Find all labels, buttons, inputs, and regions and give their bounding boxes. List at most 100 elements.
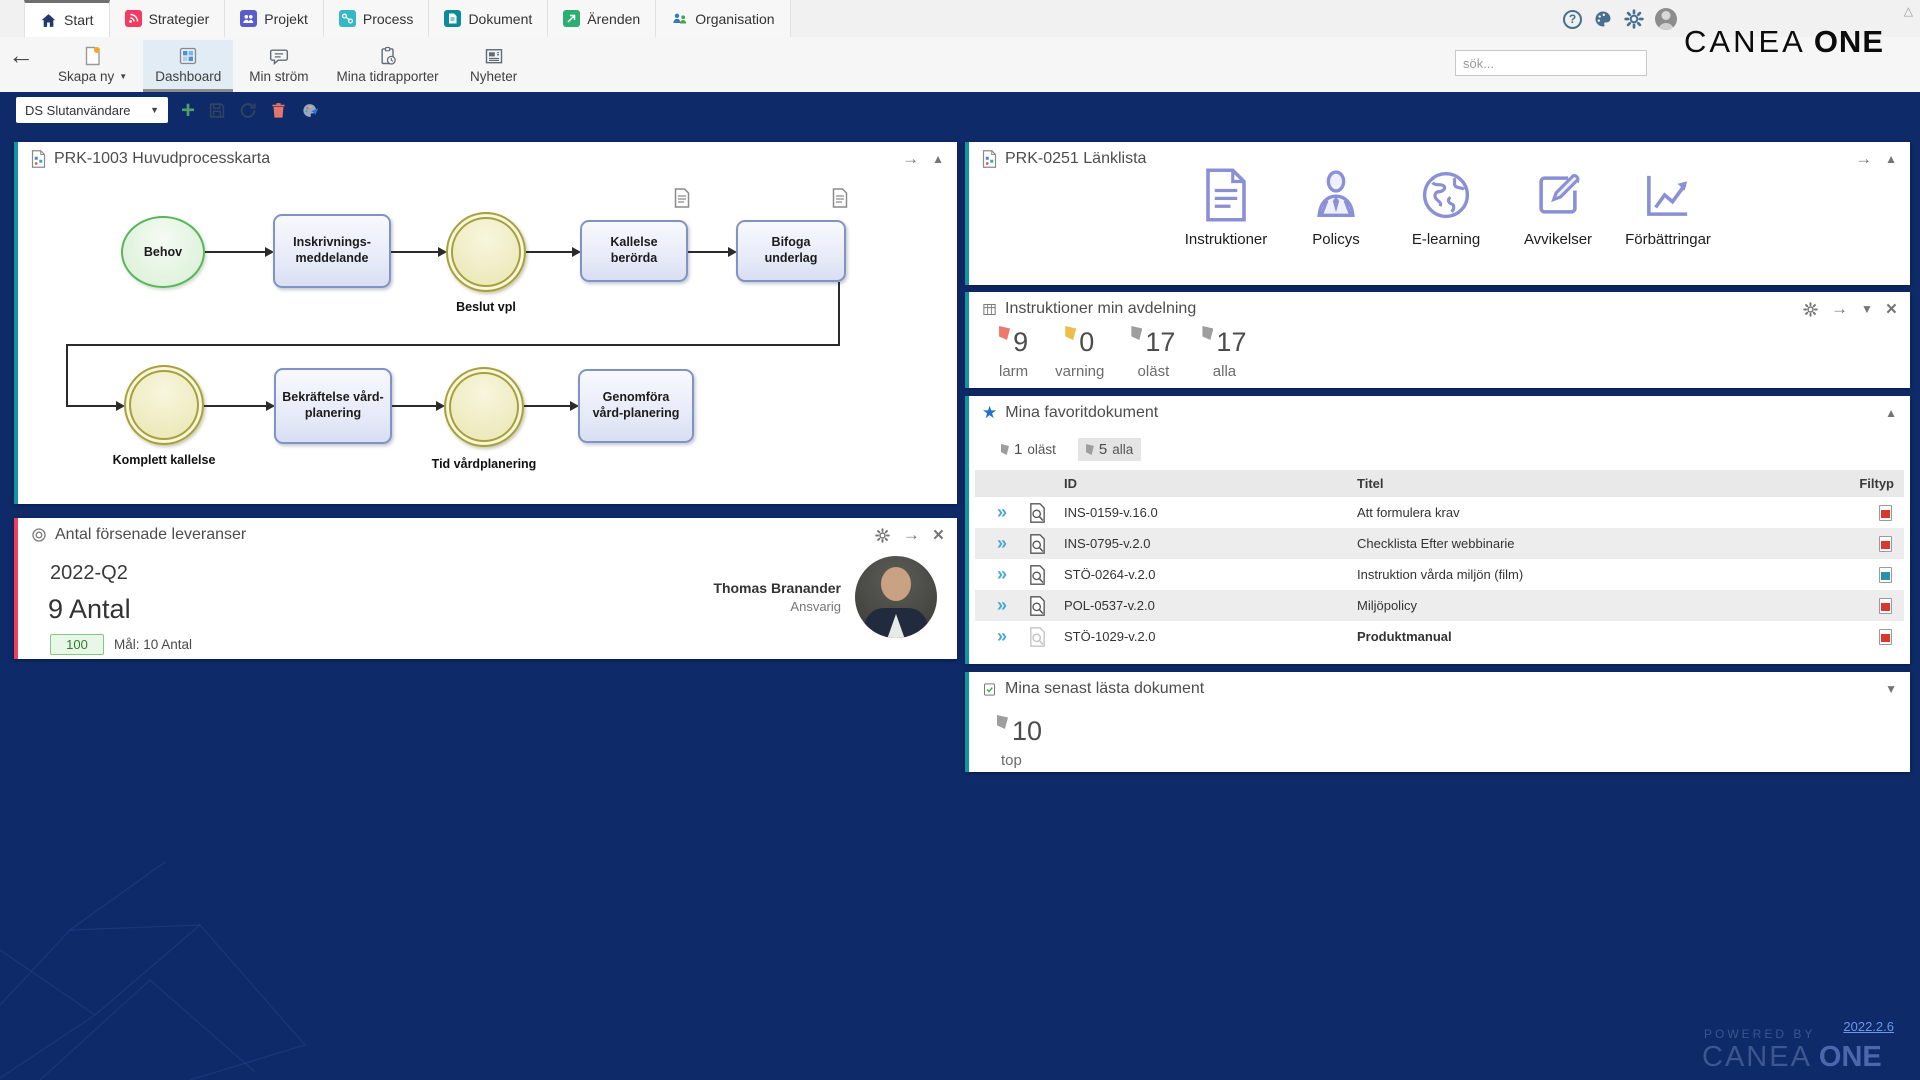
chevron-right-icon[interactable] — [997, 595, 1007, 616]
preview-document-icon[interactable] — [1029, 503, 1046, 523]
dashboard-grid-icon — [178, 46, 198, 66]
process-start-event[interactable]: Behov — [121, 216, 205, 288]
link-instruktioner[interactable]: Instruktioner — [1166, 168, 1286, 248]
save-dashboard-icon[interactable] — [208, 101, 226, 120]
stat-varning[interactable]: 0 varning — [1055, 328, 1104, 380]
pdf-file-icon[interactable] — [1879, 629, 1892, 645]
owner-avatar[interactable] — [855, 556, 937, 638]
process-task[interactable]: Bifoga underlag — [736, 220, 846, 282]
chevron-right-icon[interactable] — [997, 564, 1007, 585]
refresh-dashboard-icon[interactable] — [239, 101, 257, 120]
settings-gear-icon[interactable] — [1624, 9, 1644, 29]
canea-one-logo: CANEA ONE — [1684, 24, 1884, 60]
stat-top-documents[interactable]: 10 — [997, 716, 1042, 747]
instructions-widget: Instruktioner min avdelning 9 larm 0 var… — [965, 292, 1910, 388]
tab-start[interactable]: Start — [24, 0, 110, 37]
collapse-widget-icon[interactable] — [1885, 151, 1897, 167]
process-map-widget: PRK-1003 Huvudprocesskarta Behov Inskriv… — [14, 142, 957, 504]
add-dashboard-button[interactable] — [181, 101, 195, 120]
stat-alla[interactable]: 17 alla — [1202, 328, 1246, 380]
flag-icon — [997, 715, 1008, 729]
table-row[interactable]: POL-0537-v.2.0 Miljöpolicy — [975, 590, 1904, 621]
theme-palette-icon[interactable] — [1593, 9, 1613, 29]
dashboard-selector[interactable]: DS Slutanvändare ▼ — [16, 97, 168, 123]
dashboard-label: Dashboard — [155, 69, 221, 84]
tab-arenden[interactable]: Ärenden — [548, 0, 656, 37]
flag-icon — [999, 326, 1010, 340]
expand-widget-icon[interactable] — [1885, 681, 1897, 697]
my-stream-button[interactable]: Min ström — [237, 40, 320, 92]
time-reports-button[interactable]: Mina tidrapporter — [325, 40, 451, 92]
user-avatar[interactable] — [1655, 8, 1677, 30]
chevron-right-icon[interactable] — [997, 626, 1007, 647]
stat-larm[interactable]: 9 larm — [999, 328, 1028, 380]
kpi-goal: Mål: 10 Antal — [114, 637, 192, 652]
table-row[interactable]: STÖ-1029-v.2.0 Produktmanual — [975, 621, 1904, 652]
create-new-button[interactable]: Skapa ny▼ — [46, 40, 139, 92]
process-connector — [204, 405, 272, 407]
customize-dashboard-icon[interactable] — [300, 101, 321, 120]
preview-document-icon[interactable] — [1029, 627, 1046, 647]
filter-unread[interactable]: 1 oläst — [993, 438, 1064, 461]
preview-document-icon[interactable] — [1029, 596, 1046, 616]
tab-organisation[interactable]: Organisation — [656, 0, 790, 37]
widget-settings-icon[interactable] — [1803, 302, 1818, 317]
link-forbattringar[interactable]: Förbättringar — [1608, 168, 1728, 248]
pdf-file-icon[interactable] — [1879, 536, 1892, 552]
attached-document-icon[interactable] — [832, 188, 848, 208]
close-widget-icon[interactable] — [1886, 300, 1897, 319]
collapse-widget-icon[interactable] — [1885, 405, 1897, 421]
help-icon[interactable] — [1563, 10, 1582, 29]
table-row[interactable]: INS-0159-v.16.0 Att formulera krav — [975, 497, 1904, 528]
expand-widget-icon[interactable] — [1861, 301, 1873, 317]
delayed-deliveries-widget: Antal försenade leveranser 2022-Q2 9 Ant… — [14, 518, 957, 659]
process-task[interactable]: Inskrivnings-meddelande — [273, 214, 391, 288]
close-widget-icon[interactable] — [933, 526, 944, 545]
logo-canea: CANEA — [1684, 24, 1806, 60]
chevron-right-icon[interactable] — [997, 502, 1007, 523]
process-intermediate-event[interactable] — [446, 212, 526, 292]
chevron-right-icon[interactable] — [997, 533, 1007, 554]
time-reports-label: Mina tidrapporter — [337, 69, 439, 84]
stat-olast[interactable]: 17 oläst — [1131, 328, 1175, 380]
pdf-file-icon[interactable] — [1879, 505, 1892, 521]
widget-settings-icon[interactable] — [875, 528, 890, 543]
news-button[interactable]: Nyheter — [455, 40, 533, 92]
radar-icon — [125, 10, 142, 27]
open-widget-icon[interactable] — [1855, 150, 1872, 168]
tab-dokument[interactable]: Dokument — [429, 0, 548, 37]
dashboard-button[interactable]: Dashboard — [143, 40, 233, 92]
back-arrow-button[interactable] — [8, 42, 34, 68]
open-widget-icon[interactable] — [1831, 300, 1848, 318]
table-row[interactable]: INS-0795-v.2.0 Checklista Efter webbinar… — [975, 528, 1904, 559]
delete-dashboard-icon[interactable] — [270, 101, 287, 120]
attached-document-icon[interactable] — [674, 188, 690, 208]
filter-all[interactable]: 5 alla — [1078, 438, 1141, 461]
process-task[interactable]: Bekräftelse vård-planering — [274, 368, 392, 444]
search-input[interactable] — [1463, 56, 1639, 71]
video-file-icon[interactable] — [1879, 567, 1892, 583]
tab-projekt[interactable]: Projekt — [225, 0, 324, 37]
process-intermediate-event[interactable] — [444, 367, 524, 447]
pdf-file-icon[interactable] — [1879, 598, 1892, 614]
link-elearning[interactable]: E-learning — [1386, 168, 1506, 248]
process-task[interactable]: Genomföra vård-planering — [578, 369, 694, 443]
scroll-top-icon[interactable] — [1904, 4, 1913, 18]
preview-document-icon[interactable] — [1029, 534, 1046, 554]
open-widget-icon[interactable] — [903, 526, 920, 544]
link-policys[interactable]: Policys — [1276, 168, 1396, 248]
collapse-widget-icon[interactable] — [932, 151, 944, 167]
open-widget-icon[interactable] — [902, 150, 919, 168]
tab-strategier[interactable]: Strategier — [110, 0, 226, 37]
preview-document-icon[interactable] — [1029, 565, 1046, 585]
table-row[interactable]: STÖ-0264-v.2.0 Instruktion vårda miljön … — [975, 559, 1904, 590]
version-link[interactable]: 2022.2.6 — [1843, 1019, 1894, 1034]
process-intermediate-event[interactable] — [124, 365, 204, 445]
widget-header: Antal försenade leveranser — [18, 518, 957, 552]
tab-process[interactable]: Process — [324, 0, 430, 37]
footer-canea-logo: CANEA ONE — [1702, 1041, 1882, 1074]
link-avvikelser[interactable]: Avvikelser — [1498, 168, 1618, 248]
kpi-value: 9 Antal — [48, 594, 131, 625]
filter-chips: 1 oläst 5 alla — [969, 430, 1910, 461]
process-task[interactable]: Kallelse berörda — [580, 220, 688, 282]
